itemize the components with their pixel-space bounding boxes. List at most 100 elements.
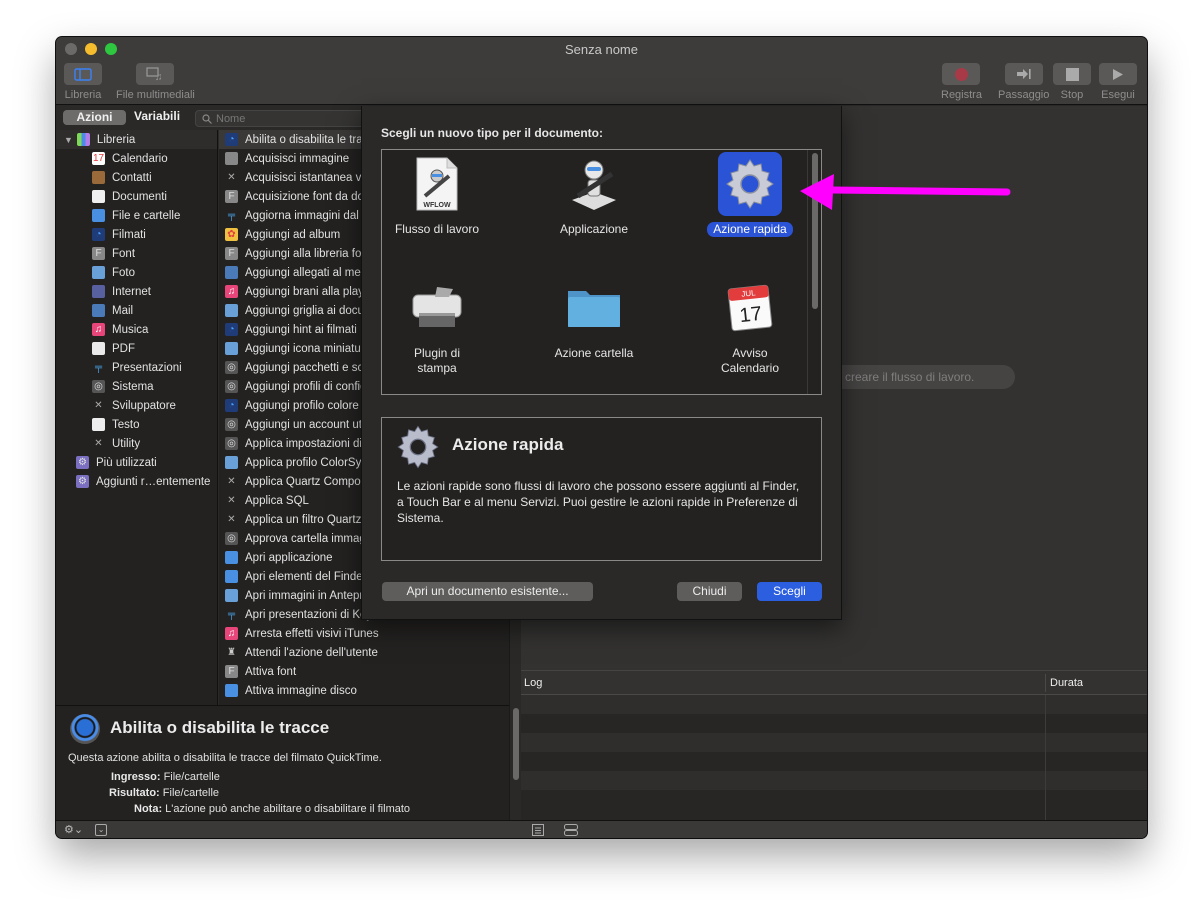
log-header: Log Durata: [521, 671, 1147, 695]
library-item[interactable]: PDF: [56, 339, 217, 358]
photo-icon: [225, 342, 238, 355]
library-item[interactable]: Contatti: [56, 168, 217, 187]
scrollbar-thumb[interactable]: [513, 708, 519, 780]
disclosure-triangle-icon[interactable]: ▼: [64, 135, 73, 145]
action-item-label: Apri applicazione: [245, 551, 333, 564]
search-icon: [202, 113, 212, 124]
library-item[interactable]: Documenti: [56, 187, 217, 206]
library-item[interactable]: 17 Calendario: [56, 149, 217, 168]
library-item[interactable]: Mail: [56, 301, 217, 320]
library-item[interactable]: Foto: [56, 263, 217, 282]
step-label: Passaggio: [998, 89, 1050, 101]
system-icon: ◎: [225, 418, 238, 431]
type-info-box: Azione rapida Le azioni rapide sono flus…: [381, 417, 822, 561]
action-item[interactable]: Attiva immagine disco: [219, 681, 509, 700]
action-item-label: Applica profilo ColorSync: [245, 456, 374, 469]
workflow-bottom-bar: [521, 820, 1147, 838]
step-button[interactable]: Passaggio: [998, 63, 1049, 101]
camera-icon: [225, 152, 238, 165]
library-item[interactable]: File e cartelle: [56, 206, 217, 225]
font-icon: F: [92, 247, 105, 260]
run-button[interactable]: Esegui: [1099, 63, 1137, 101]
open-existing-button[interactable]: Apri un documento esistente...: [382, 582, 593, 601]
search-input[interactable]: [216, 112, 366, 125]
action-item[interactable]: ♫ Arresta effetti visivi iTunes: [219, 624, 509, 643]
calendar-icon: JUL 17: [718, 276, 782, 340]
library-item-label: Foto: [112, 266, 136, 279]
stop-button[interactable]: Stop: [1053, 63, 1091, 101]
automator-robot-icon: [562, 152, 626, 216]
workflow-file-icon: WFLOW: [405, 152, 469, 216]
type-workflow[interactable]: WFLOW Flusso di lavoro: [367, 152, 507, 237]
font-icon: F: [225, 190, 238, 203]
library-item[interactable]: ✕ Utility: [56, 434, 217, 453]
action-item-label: Aggiungi ad album: [245, 228, 341, 241]
library-item-label: Documenti: [112, 190, 167, 203]
mail-icon: [92, 304, 105, 317]
action-item-label: Aggiungi profilo colore: [245, 399, 359, 412]
library-root-label: Libreria: [96, 133, 136, 146]
media-icon: ♫: [136, 63, 175, 85]
note-value: L'azione può anche abilitare o disabilit…: [165, 803, 411, 815]
library-item[interactable]: ◔ Filmati: [56, 225, 217, 244]
tab-actions[interactable]: Azioni: [63, 110, 126, 125]
close-button[interactable]: Chiudi: [677, 582, 742, 601]
type-print-plugin[interactable]: Plugin di stampa: [367, 276, 507, 376]
library-item[interactable]: Internet: [56, 282, 217, 301]
type-label: Flusso di lavoro: [394, 222, 480, 236]
quicktime-icon: ◔: [225, 133, 238, 146]
note-label: Nota:: [134, 803, 163, 815]
library-item[interactable]: F Font: [56, 244, 217, 263]
music-icon: ♫: [92, 323, 105, 336]
system-icon: ◎: [225, 437, 238, 450]
log-column-header[interactable]: Log: [524, 677, 542, 689]
calendar-day: 17: [739, 303, 763, 327]
library-item[interactable]: ╤ Presentazioni: [56, 358, 217, 377]
description-title: Abilita o disabilita le tracce: [110, 718, 330, 737]
library-root[interactable]: ▼ Libreria: [56, 130, 217, 149]
calendar-icon: 17: [92, 152, 105, 165]
log-view-icon[interactable]: [532, 823, 544, 836]
action-item[interactable]: F Attiva font: [219, 662, 509, 681]
tab-variables[interactable]: Variabili: [134, 109, 180, 123]
description-result: Risultato: File/cartelle: [109, 787, 219, 799]
record-button[interactable]: Registra: [941, 63, 982, 101]
choose-button[interactable]: Scegli: [757, 582, 822, 601]
run-label: Esegui: [1101, 89, 1135, 101]
library-item[interactable]: ♫ Musica: [56, 320, 217, 339]
action-item-label: Applica un filtro Quartz: [245, 513, 362, 526]
variables-view-icon[interactable]: [564, 823, 578, 836]
library-item-label: Calendario: [112, 152, 168, 165]
media-toolbar-button[interactable]: ♫ File multimediali: [116, 63, 195, 101]
log-row: [521, 790, 1147, 809]
library-group[interactable]: ⚙ Più utilizzati: [56, 453, 217, 472]
type-calendar-alarm[interactable]: JUL 17 Avviso Calendario: [680, 276, 820, 376]
log-row: [521, 714, 1147, 733]
gear-menu-icon[interactable]: ⚙︎⌄: [64, 823, 83, 836]
library-item-label: Sviluppatore: [112, 399, 176, 412]
photo-icon: [225, 589, 238, 602]
log-row: [521, 771, 1147, 790]
type-folder-action[interactable]: Azione cartella: [524, 276, 664, 361]
action-item-label: Arresta effetti visivi iTunes: [245, 627, 379, 640]
toggle-description-icon[interactable]: ⌄: [95, 823, 108, 836]
library-item[interactable]: Testo: [56, 415, 217, 434]
contacts-icon: [92, 171, 105, 184]
folder-icon: [562, 276, 626, 340]
duration-column-header[interactable]: Durata: [1045, 673, 1083, 692]
action-item[interactable]: ♜ Attendi l'azione dell'utente: [219, 643, 509, 662]
library-item[interactable]: ◎ Sistema: [56, 377, 217, 396]
type-label: Plugin di stampa: [413, 346, 461, 375]
finder-icon: [225, 570, 238, 583]
library-item-label: Contatti: [112, 171, 152, 184]
system-icon: ◎: [225, 532, 238, 545]
library-group[interactable]: ⚙ Aggiunti r…entemente: [56, 472, 217, 491]
column-divider: [1045, 695, 1046, 821]
type-application[interactable]: Applicazione: [524, 152, 664, 237]
library-toolbar-button[interactable]: Libreria: [64, 63, 102, 101]
info-title: Azione rapida: [452, 435, 564, 454]
system-icon: ◎: [225, 361, 238, 374]
result-label: Risultato:: [109, 787, 160, 799]
library-item[interactable]: ✕ Sviluppatore: [56, 396, 217, 415]
search-field[interactable]: [195, 110, 375, 127]
